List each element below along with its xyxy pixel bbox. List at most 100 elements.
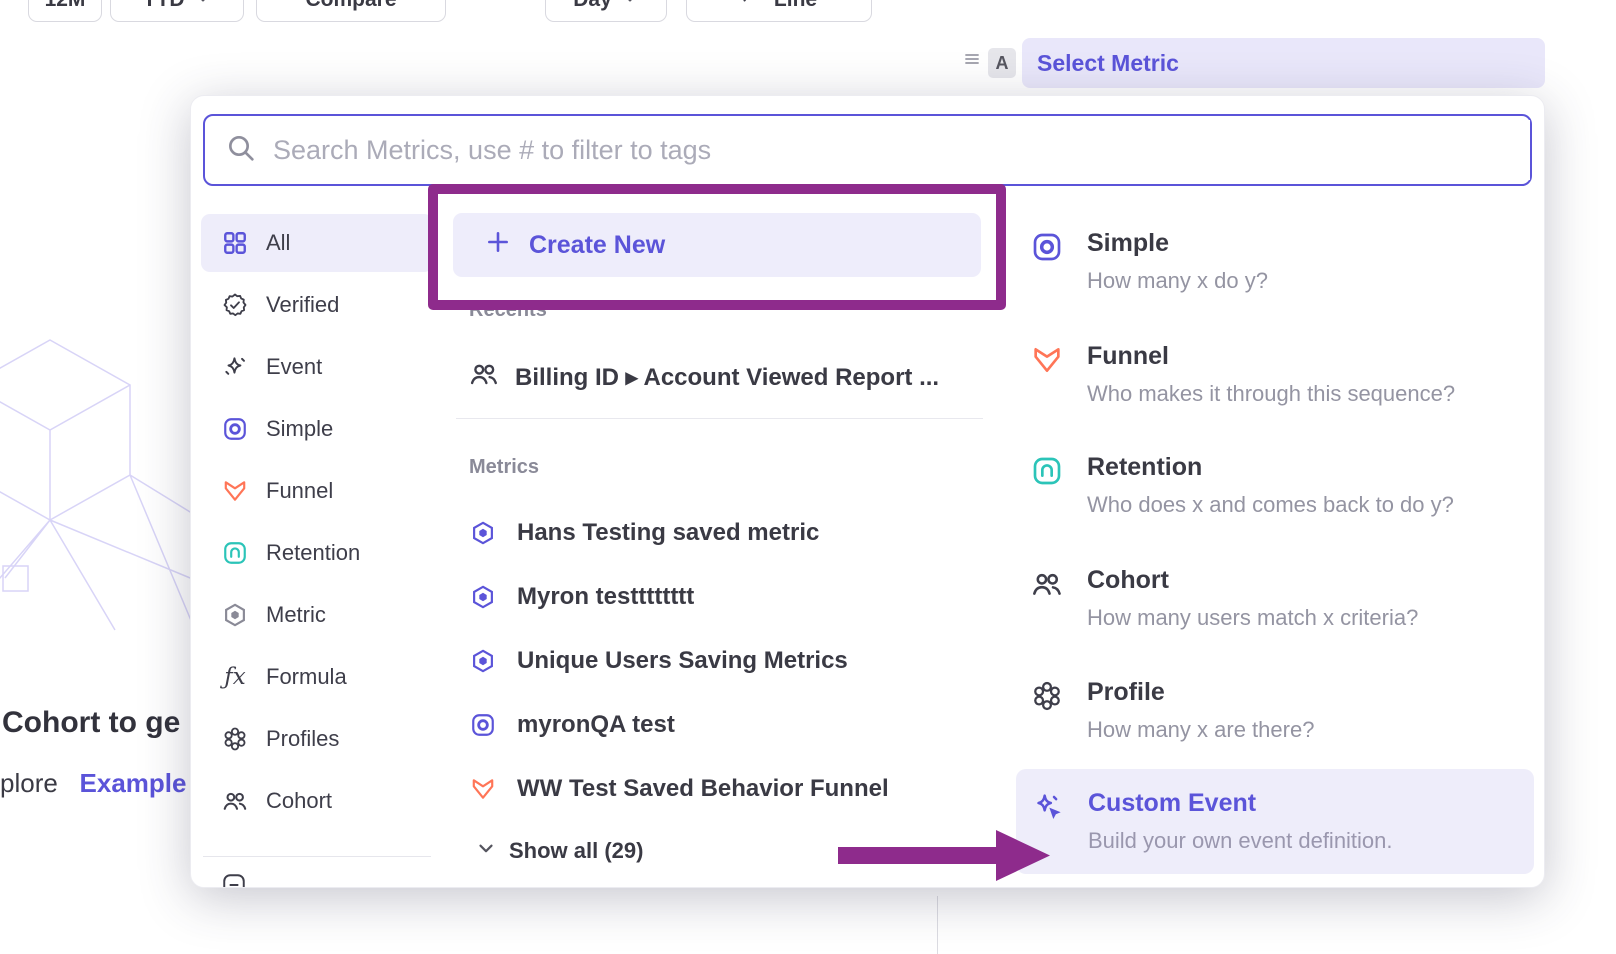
type-title: Simple (1087, 229, 1268, 258)
verified-badge-icon (221, 291, 249, 319)
sidebar-item-cohort[interactable]: Cohort (201, 772, 433, 830)
saved-metric-hexagon-icon (469, 584, 497, 610)
range-ytd-button[interactable]: YTD (110, 0, 244, 22)
simple-metric-icon (1031, 229, 1065, 294)
sidebar-item-simple[interactable]: Simple (201, 400, 433, 458)
type-title: Funnel (1087, 342, 1455, 371)
metric-item-label: Hans Testing saved metric (517, 519, 819, 547)
type-desc: How many users match x criteria? (1087, 605, 1418, 631)
profiles-flower-icon (221, 725, 249, 753)
retention-icon (1031, 453, 1065, 518)
chart-type-line-button[interactable]: Line (686, 0, 872, 22)
recent-item-label: Billing ID ▸ Account Viewed Report ... (515, 363, 939, 392)
type-title: Custom Event (1088, 789, 1393, 818)
metric-list-item[interactable]: WW Test Saved Behavior Funnel (469, 767, 889, 811)
cohort-people-icon (469, 359, 499, 396)
empty-state-subtext-fragment: plore Example (0, 768, 186, 799)
search-bar (203, 114, 1532, 186)
sidebar-item-metric[interactable]: Metric (201, 586, 433, 644)
sidebar-item-label: Retention (266, 540, 360, 566)
sidebar-divider (203, 856, 431, 857)
sidebar-item-label: Cohort (266, 788, 332, 814)
sidebar-item-formula[interactable]: ƒx Formula (201, 648, 433, 706)
subtext-prefix: plore (0, 768, 58, 798)
type-desc: How many x do y? (1087, 268, 1268, 294)
sidebar-item-all[interactable]: All (201, 214, 433, 272)
sidebar-item-verified[interactable]: Verified (201, 276, 433, 334)
cohort-people-icon (1031, 566, 1065, 631)
screen: 12M YTD Compare Day Line A Select Metric… (0, 0, 1616, 954)
create-new-label: Create New (529, 231, 665, 260)
event-spark-icon (221, 353, 249, 381)
type-title: Retention (1087, 453, 1454, 482)
metric-list-item[interactable]: Unique Users Saving Metrics (469, 639, 848, 683)
funnel-icon (221, 477, 249, 505)
type-desc: Who does x and comes back to do y? (1087, 492, 1454, 518)
center-divider (456, 418, 983, 419)
saved-metric-hexagon-icon (469, 648, 497, 674)
metric-row-badge: A (988, 48, 1016, 78)
range-ytd-label: YTD (143, 0, 185, 12)
funnel-icon (469, 776, 497, 802)
simple-metric-icon (469, 712, 497, 738)
type-desc: Who makes it through this sequence? (1087, 381, 1455, 407)
metric-list-item[interactable]: Hans Testing saved metric (469, 511, 819, 555)
metric-item-label: Unique Users Saving Metrics (517, 647, 848, 675)
type-desc: Build your own event definition. (1088, 828, 1393, 854)
range-12m-button[interactable]: 12M (28, 0, 102, 22)
funnel-icon (1031, 342, 1065, 407)
select-metric-field[interactable]: Select Metric (1022, 38, 1545, 88)
simple-metric-icon (221, 415, 249, 443)
metric-type-simple[interactable]: Simple How many x do y? (1031, 229, 1523, 294)
sidebar-item-funnel[interactable]: Funnel (201, 462, 433, 520)
select-metric-modal: All Verified Event Simple Funnel Retenti… (190, 95, 1545, 888)
interval-day-button[interactable]: Day (545, 0, 667, 22)
example-reports-link[interactable]: Example (80, 768, 187, 798)
profiles-flower-icon (1031, 678, 1065, 743)
grid-icon (221, 229, 249, 257)
metric-type-retention[interactable]: Retention Who does x and comes back to d… (1031, 453, 1523, 518)
search-icon (225, 132, 257, 169)
vertical-divider (937, 896, 938, 954)
sidebar-item-label: Formula (266, 664, 347, 690)
sidebar-item-partial-icon[interactable] (221, 872, 247, 888)
decorative-wireframe (0, 330, 205, 660)
metric-item-label: myronQA test (517, 711, 675, 739)
sidebar-item-retention[interactable]: Retention (201, 524, 433, 582)
sidebar-item-label: Funnel (266, 478, 333, 504)
metric-list-item[interactable]: myronQA test (469, 703, 675, 747)
metric-type-cohort[interactable]: Cohort How many users match x criteria? (1031, 566, 1523, 631)
type-title: Profile (1087, 678, 1314, 707)
sidebar-item-label: Profiles (266, 726, 339, 752)
recent-item[interactable]: Billing ID ▸ Account Viewed Report ... (469, 356, 939, 398)
range-12m-label: 12M (45, 0, 86, 12)
compare-label: Compare (305, 0, 396, 12)
metric-type-profile[interactable]: Profile How many x are there? (1031, 678, 1523, 743)
sidebar-item-label: Simple (266, 416, 333, 442)
chevron-down-icon (621, 0, 639, 12)
create-new-button[interactable]: Create New (453, 213, 981, 277)
show-all-label: Show all (29) (509, 838, 643, 864)
metric-list-item[interactable]: Myron testttttttt (469, 575, 694, 619)
chevron-down-icon (475, 837, 497, 865)
compare-button[interactable]: Compare (256, 0, 446, 22)
metrics-header: Metrics (469, 456, 539, 479)
search-input[interactable] (273, 120, 1530, 180)
line-chart-icon (741, 0, 765, 12)
recents-header: Recents (469, 299, 547, 322)
sidebar-item-profiles[interactable]: Profiles (201, 710, 433, 768)
type-desc: How many x are there? (1087, 717, 1314, 743)
sidebar-item-event[interactable]: Event (201, 338, 433, 396)
show-all-toggle[interactable]: Show all (29) (475, 833, 643, 869)
metric-type-custom-event[interactable]: Custom Event Build your own event defini… (1016, 769, 1534, 874)
chevron-down-icon (194, 0, 212, 12)
sidebar-item-label: Verified (266, 292, 339, 318)
metric-item-label: Myron testttttttt (517, 583, 694, 611)
cohort-people-icon (221, 787, 249, 815)
retention-icon (221, 539, 249, 567)
drag-handle-icon[interactable] (962, 48, 982, 73)
metric-type-funnel[interactable]: Funnel Who makes it through this sequenc… (1031, 342, 1523, 407)
metric-hexagon-icon (221, 601, 249, 629)
sidebar-item-label: Event (266, 354, 322, 380)
empty-state-heading-fragment: Cohort to ge (2, 706, 180, 740)
